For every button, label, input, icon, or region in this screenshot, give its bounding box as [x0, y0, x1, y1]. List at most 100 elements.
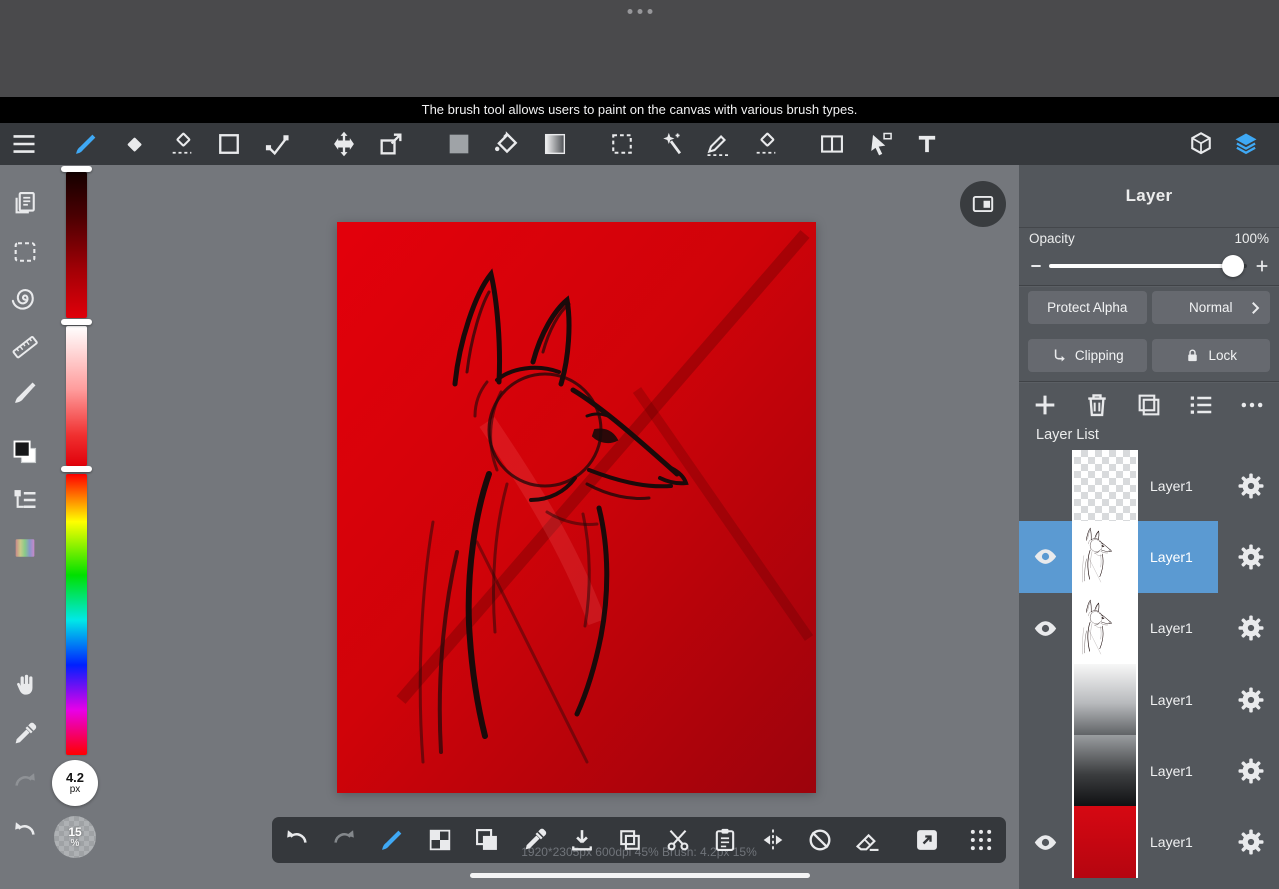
bottom-toolbar: 1920*2305px 600dpi 45% Brush: 4.2px 15%: [272, 817, 1006, 863]
save-icon[interactable]: [568, 826, 596, 854]
paste-icon[interactable]: [711, 826, 739, 854]
visibility-toggle[interactable]: [1019, 450, 1072, 521]
ruler-icon[interactable]: [11, 333, 39, 361]
opacity-slider-track[interactable]: [1049, 264, 1247, 268]
select-eraser-tool-icon[interactable]: [168, 130, 196, 158]
redo-icon[interactable]: [330, 826, 358, 854]
layer-name: Layer1: [1150, 477, 1193, 494]
paint-bucket-tool-icon[interactable]: [493, 130, 521, 158]
value-bar-handle[interactable]: [61, 166, 92, 172]
brush-opacity-badge[interactable]: 15 %: [54, 816, 96, 858]
rotate-lock-icon[interactable]: [806, 826, 834, 854]
clear-icon[interactable]: [854, 826, 882, 854]
gear-icon: [1236, 756, 1266, 786]
undo-icon[interactable]: [11, 818, 39, 846]
select-area-icon[interactable]: [11, 238, 39, 266]
menu-icon[interactable]: [10, 130, 38, 158]
delete-layer-icon[interactable]: [1083, 391, 1111, 419]
material-3d-panel-icon[interactable]: [1187, 130, 1215, 158]
visibility-toggle[interactable]: [1019, 593, 1072, 664]
layers-panel-icon[interactable]: [1232, 130, 1260, 158]
layer-menu-icon[interactable]: [1187, 391, 1215, 419]
brush-list-icon[interactable]: [11, 486, 39, 514]
gear-icon: [1236, 685, 1266, 715]
protect-alpha-button[interactable]: Protect Alpha: [1028, 291, 1147, 324]
layer-settings-button[interactable]: [1223, 593, 1279, 664]
gear-icon: [1236, 613, 1266, 643]
magic-wand-tool-icon[interactable]: [656, 130, 684, 158]
opacity-slider-handle[interactable]: [1222, 255, 1244, 277]
brush-tool-icon[interactable]: [72, 130, 100, 158]
paint-knife-icon[interactable]: [11, 379, 39, 407]
hand-tool-icon[interactable]: [11, 671, 39, 699]
eyedropper-tool-icon[interactable]: [11, 720, 39, 748]
blend-mode-button[interactable]: Normal: [1151, 291, 1270, 324]
text-tool-icon[interactable]: [913, 130, 941, 158]
layer-settings-button[interactable]: [1223, 521, 1279, 592]
redo-icon[interactable]: [11, 769, 39, 797]
color-swatch-icon[interactable]: [11, 438, 39, 466]
add-layer-icon[interactable]: [1031, 391, 1059, 419]
eraser-tool-icon[interactable]: [120, 130, 148, 158]
material-icon[interactable]: [913, 826, 941, 854]
polyline-tool-icon[interactable]: [263, 130, 291, 158]
tone-palette-icon[interactable]: [11, 534, 39, 562]
opacity-minus-icon[interactable]: [1026, 251, 1046, 281]
transparent-background-icon[interactable]: [426, 826, 454, 854]
saturation-bar-handle[interactable]: [61, 319, 92, 325]
opacity-slider[interactable]: [1019, 251, 1279, 281]
merge-layer-icon[interactable]: [473, 826, 501, 854]
opacity-plus-icon[interactable]: [1252, 251, 1272, 281]
copy-icon[interactable]: [616, 826, 644, 854]
saturation-color-bar[interactable]: [66, 326, 87, 466]
layer-thumbnail: [1072, 592, 1138, 664]
eyedropper-icon[interactable]: [521, 826, 549, 854]
grid-icon[interactable]: [967, 826, 995, 854]
layer-row[interactable]: Layer1: [1019, 450, 1279, 522]
hue-color-bar[interactable]: [66, 474, 87, 755]
tool-hint-text: The brush tool allows users to paint on …: [421, 102, 858, 117]
layer-row[interactable]: Layer1: [1019, 735, 1279, 807]
visibility-toggle[interactable]: [1019, 806, 1072, 877]
brush-size-unit: px: [69, 784, 81, 795]
value-color-bar[interactable]: [66, 172, 87, 318]
cut-icon[interactable]: [664, 826, 692, 854]
layer-row-selected[interactable]: Layer1: [1019, 521, 1279, 593]
divide-canvas-tool-icon[interactable]: [818, 130, 846, 158]
select-erase-tool-icon[interactable]: [752, 130, 780, 158]
layer-row[interactable]: Layer1: [1019, 663, 1279, 736]
layer-name: Layer1: [1150, 620, 1193, 637]
visibility-toggle[interactable]: [1019, 521, 1072, 592]
select-tool-icon[interactable]: [608, 130, 636, 158]
flip-horizontal-icon[interactable]: [759, 826, 787, 854]
shape-tool-icon[interactable]: [215, 130, 243, 158]
brush-tool-icon[interactable]: [378, 826, 406, 854]
protect-alpha-label: Protect Alpha: [1047, 300, 1128, 315]
undo-icon[interactable]: [283, 826, 311, 854]
gradient-tool-icon[interactable]: [541, 130, 569, 158]
select-pen-tool-icon[interactable]: [704, 130, 732, 158]
select-cursor-tool-icon[interactable]: [866, 130, 894, 158]
layer-row[interactable]: Layer1: [1019, 806, 1279, 878]
lock-button[interactable]: Lock: [1151, 339, 1270, 372]
visibility-toggle[interactable]: [1019, 664, 1072, 735]
visibility-toggle[interactable]: [1019, 735, 1072, 806]
hue-bar-handle[interactable]: [61, 466, 92, 472]
clipping-button[interactable]: Clipping: [1028, 339, 1147, 372]
pages-icon[interactable]: [11, 189, 39, 217]
home-indicator[interactable]: [469, 873, 810, 878]
spiral-icon[interactable]: [11, 285, 39, 313]
canvas[interactable]: [337, 222, 816, 793]
move-tool-icon[interactable]: [330, 130, 358, 158]
layer-settings-button[interactable]: [1223, 450, 1279, 521]
brush-size-badge[interactable]: 4.2 px: [52, 760, 98, 806]
layer-settings-button[interactable]: [1223, 735, 1279, 806]
layer-settings-button[interactable]: [1223, 664, 1279, 735]
layer-row[interactable]: Layer1: [1019, 592, 1279, 664]
layer-settings-button[interactable]: [1223, 806, 1279, 877]
canvas-navigator-button[interactable]: [960, 181, 1006, 227]
duplicate-layer-icon[interactable]: [1135, 391, 1163, 419]
fill-shape-tool-icon[interactable]: [445, 130, 473, 158]
transform-tool-icon[interactable]: [377, 130, 405, 158]
more-options-icon[interactable]: [1238, 391, 1266, 419]
